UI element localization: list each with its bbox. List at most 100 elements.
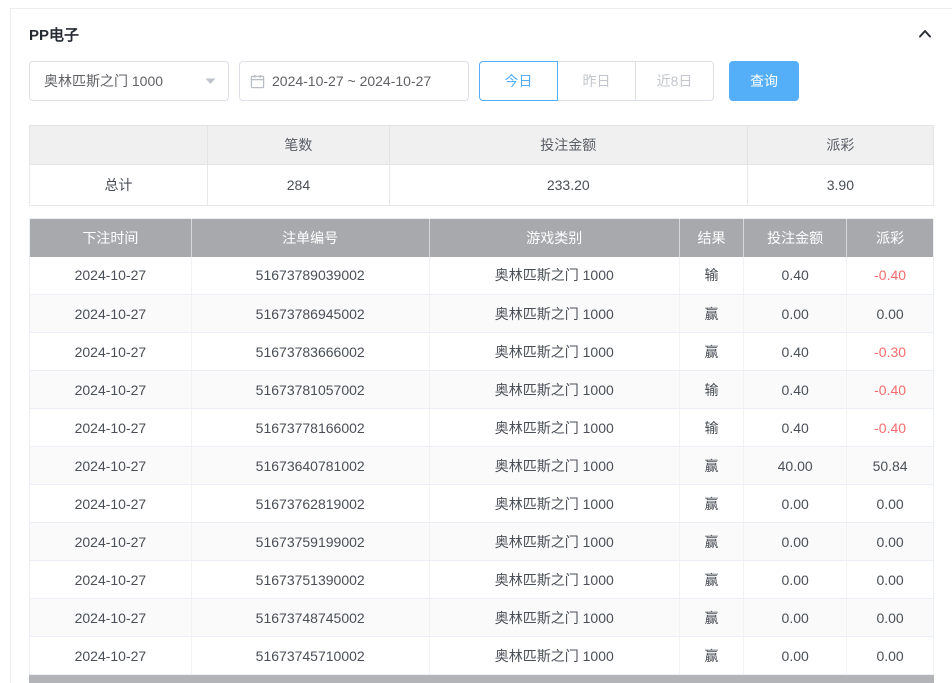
summary-header-bet-amount: 投注金额 [388, 125, 748, 165]
cell-order-id: 51673786945002 [191, 294, 430, 333]
summary-header-empty [28, 125, 209, 165]
cell-payout: -0.40 [846, 256, 934, 295]
table-row: 2024-10-27 51673751390002 奥林匹斯之门 1000 赢 0.00… [29, 560, 934, 599]
cell-order-id: 51673745710002 [191, 636, 430, 675]
cell-bet-amount: 0.40 [743, 370, 848, 409]
cell-payout: -0.30 [846, 332, 934, 371]
cell-game: 奥林匹斯之门 1000 [429, 636, 680, 675]
cell-result: 赢 [679, 294, 745, 333]
summary-table: 笔数 投注金额 派彩 总计 284 233.20 3.90 [28, 125, 935, 206]
records-header-cell: 下注时间 [29, 218, 192, 257]
cell-bet-amount: 0.00 [743, 522, 848, 561]
pp-electronic-panel: PP电子 奥林匹斯之门 1000 2024-10-27 ~ 2024-10-27… [10, 8, 952, 683]
cell-payout: 50.84 [846, 446, 934, 485]
cell-game: 奥林匹斯之门 1000 [429, 446, 680, 485]
quick-button-last-8-days[interactable]: 近8日 [635, 61, 714, 101]
quick-button-yesterday[interactable]: 昨日 [557, 61, 636, 101]
cell-bet-time: 2024-10-27 [29, 446, 192, 485]
summary-header-count: 笔数 [207, 125, 390, 165]
cell-result: 赢 [679, 484, 745, 523]
chevron-down-icon [205, 78, 216, 84]
cell-result: 赢 [679, 560, 745, 599]
cell-result: 赢 [679, 636, 745, 675]
cell-order-id: 51673748745002 [191, 598, 430, 637]
date-range-value: 2024-10-27 ~ 2024-10-27 [272, 73, 432, 89]
cell-payout: 0.00 [846, 484, 934, 523]
cell-payout: 0.00 [846, 598, 934, 637]
table-row: 2024-10-27 51673778166002 奥林匹斯之门 1000 输 0.40… [29, 408, 934, 447]
cell-game: 奥林匹斯之门 1000 [429, 408, 680, 447]
table-row: 2024-10-27 51673786945002 奥林匹斯之门 1000 赢 0.00… [29, 294, 934, 333]
cell-bet-time: 2024-10-27 [29, 370, 192, 409]
table-row: 2024-10-27 51673783666002 奥林匹斯之门 1000 赢 0.40… [29, 332, 934, 371]
table-row: 2024-10-27 51673745710002 奥林匹斯之门 1000 赢 0.00… [29, 636, 934, 675]
cell-bet-time: 2024-10-27 [29, 598, 192, 637]
table-row: 2024-10-27 51673762819002 奥林匹斯之门 1000 赢 0.00… [29, 484, 934, 523]
chevron-up-icon [919, 30, 931, 38]
cell-bet-time: 2024-10-27 [29, 522, 192, 561]
cell-order-id: 51673781057002 [191, 370, 430, 409]
cell-bet-time: 2024-10-27 [29, 560, 192, 599]
partial-next-row [29, 675, 934, 683]
cell-game: 奥林匹斯之门 1000 [429, 256, 680, 295]
filter-bar: 奥林匹斯之门 1000 2024-10-27 ~ 2024-10-27 今日 昨日… [29, 61, 934, 101]
cell-bet-amount: 0.00 [743, 484, 848, 523]
page-title: PP电子 [29, 26, 80, 44]
cell-order-id: 51673783666002 [191, 332, 430, 371]
cell-bet-amount: 40.00 [743, 446, 848, 485]
cell-game: 奥林匹斯之门 1000 [429, 370, 680, 409]
records-header-row: 下注时间 注单编号 游戏类别 结果 投注金额 派彩 [29, 218, 934, 257]
records-header-cell: 派彩 [846, 218, 934, 257]
cell-order-id: 51673778166002 [191, 408, 430, 447]
records-header-cell: 游戏类别 [429, 218, 680, 257]
cell-order-id: 51673751390002 [191, 560, 430, 599]
cell-payout: 0.00 [846, 522, 934, 561]
cell-game: 奥林匹斯之门 1000 [429, 484, 680, 523]
records-header-cell: 结果 [679, 218, 745, 257]
cell-bet-amount: 0.00 [743, 598, 848, 637]
game-select[interactable]: 奥林匹斯之门 1000 [29, 61, 229, 101]
search-button[interactable]: 查询 [729, 61, 799, 101]
summary-total-row: 总计 284 233.20 3.90 [28, 164, 935, 206]
summary-total-label: 总计 [28, 164, 209, 206]
cell-game: 奥林匹斯之门 1000 [429, 332, 680, 371]
table-row: 2024-10-27 51673789039002 奥林匹斯之门 1000 输 0.40… [29, 256, 934, 295]
cell-result: 输 [679, 256, 745, 295]
cell-result: 输 [679, 370, 745, 409]
cell-game: 奥林匹斯之门 1000 [429, 294, 680, 333]
table-row: 2024-10-27 51673640781002 奥林匹斯之门 1000 赢 40.0… [29, 446, 934, 485]
records-header-cell: 注单编号 [191, 218, 430, 257]
cell-result: 赢 [679, 446, 745, 485]
cell-result: 输 [679, 408, 745, 447]
summary-total-payout: 3.90 [746, 164, 935, 206]
collapse-icon[interactable] [916, 25, 934, 43]
cell-order-id: 51673640781002 [191, 446, 430, 485]
cell-payout: 0.00 [846, 560, 934, 599]
cell-bet-amount: 0.40 [743, 408, 848, 447]
game-select-value: 奥林匹斯之门 1000 [44, 73, 164, 89]
cell-bet-amount: 0.40 [743, 256, 848, 295]
table-row: 2024-10-27 51673748745002 奥林匹斯之门 1000 赢 0.00… [29, 598, 934, 637]
records-table: 下注时间 注单编号 游戏类别 结果 投注金额 派彩 2024-10-27 516737890… [29, 218, 934, 675]
quick-button-today[interactable]: 今日 [479, 61, 558, 101]
cell-payout: -0.40 [846, 408, 934, 447]
panel-header: PP电子 [29, 9, 934, 59]
cell-payout: -0.40 [846, 370, 934, 409]
cell-payout: 0.00 [846, 294, 934, 333]
table-row: 2024-10-27 51673781057002 奥林匹斯之门 1000 输 0.40… [29, 370, 934, 409]
cell-bet-amount: 0.40 [743, 332, 848, 371]
cell-result: 赢 [679, 522, 745, 561]
cell-result: 赢 [679, 598, 745, 637]
records-header-cell: 投注金额 [743, 218, 848, 257]
cell-bet-time: 2024-10-27 [29, 636, 192, 675]
cell-order-id: 51673759199002 [191, 522, 430, 561]
cell-bet-amount: 0.00 [743, 560, 848, 599]
summary-header-payout: 派彩 [746, 125, 935, 165]
cell-bet-time: 2024-10-27 [29, 484, 192, 523]
cell-payout: 0.00 [846, 636, 934, 675]
cell-game: 奥林匹斯之门 1000 [429, 598, 680, 637]
summary-total-bet-amount: 233.20 [388, 164, 748, 206]
cell-result: 赢 [679, 332, 745, 371]
cell-bet-time: 2024-10-27 [29, 294, 192, 333]
date-range-input[interactable]: 2024-10-27 ~ 2024-10-27 [239, 61, 469, 101]
